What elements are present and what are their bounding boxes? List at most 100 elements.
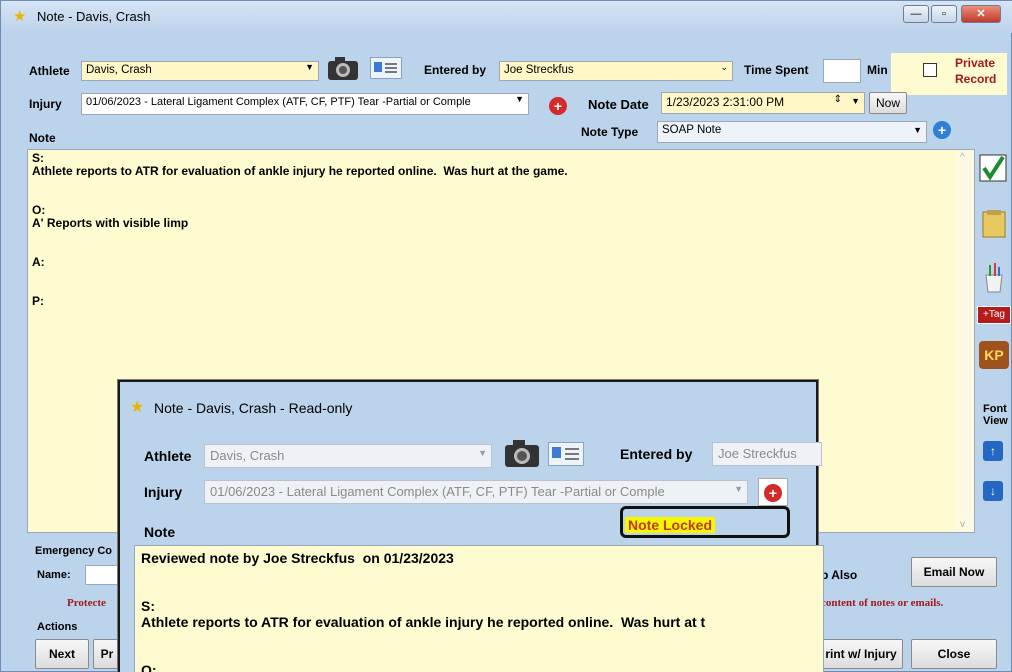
note-line [32,282,970,295]
chevron-down-icon: ▼ [478,448,487,458]
private-label: Private [955,56,996,70]
min-unit-label: Min [867,63,888,77]
note-line [32,178,970,191]
dialog-note-lines: Reviewed note by Joe Streckfus on 01/23/… [141,550,817,672]
now-button[interactable]: Now [869,92,907,114]
dialog-injury-select: 01/06/2023 - Lateral Ligament Complex (A… [204,480,748,504]
add-tag-button[interactable]: +Tag [977,306,1011,324]
minimize-button[interactable]: — [903,5,929,23]
protected-text-right: content of notes or emails. [821,597,944,609]
note-line: P: [32,294,44,308]
dialog-entered-by-field: Joe Streckfus [712,442,822,466]
note-line: S: [141,598,155,614]
cc-also-label: p Also [821,568,858,582]
dialog-injury-value: 01/06/2023 - Lateral Ligament Complex (A… [210,484,665,499]
note-date-value: 1/23/2023 2:31:00 PM [666,95,785,109]
pencil-cup-icon[interactable] [981,263,1009,293]
note-line [141,566,817,582]
star-icon: ★ [130,399,145,416]
note-line: A: [32,255,45,269]
dialog-athlete-select: Davis, Crash ▼ [204,444,492,468]
chevron-down-icon: ▼ [305,62,314,72]
close-window-button[interactable]: ✕ [961,5,1001,23]
note-lines: S: Athlete reports to ATR for evaluation … [32,152,970,308]
note-line: Reviewed note by Joe Streckfus on 01/23/… [141,550,454,566]
note-line [141,582,817,598]
plus-icon: + [764,484,782,502]
chevron-down-icon: ▼ [734,484,743,494]
note-line [141,630,817,646]
record-label: Record [955,72,997,86]
contact-card-icon [548,442,584,466]
dialog-athlete-label: Athlete [144,448,192,464]
chevron-down-icon[interactable]: ▼ [851,96,860,106]
athlete-label: Athlete [29,64,70,78]
emergency-contact-label: Emergency Co [35,545,113,557]
spinner-icon[interactable]: ⇕ [834,94,842,105]
camera-icon [504,438,540,468]
note-line: Athlete reports to ATR for evaluation of… [141,614,706,630]
close-button[interactable]: Close [911,639,997,669]
chevron-down-icon: ▼ [913,125,922,135]
add-injury-button[interactable]: + [549,97,567,115]
note-date-label: Note Date [588,97,649,112]
protected-text-left: Protecte [67,597,106,609]
note-line: A' Reports with visible limp [32,216,189,230]
dialog-note-label: Note [144,524,176,540]
dialog-athlete-value: Davis, Crash [210,448,285,463]
entered-by-select[interactable]: Joe Streckfus ⌄ [499,61,733,81]
note-line [141,646,817,662]
view-label: View [983,415,1008,427]
chevron-down-icon: ▼ [515,94,524,104]
private-record-checkbox[interactable] [923,63,937,77]
note-line: Athlete reports to ATR for evaluation of… [32,164,568,178]
print-with-injury-button[interactable]: rint w/ Injury [819,639,903,669]
dialog-note-textarea: Reviewed note by Joe Streckfus on 01/23/… [134,545,824,672]
dialog-injury-label: Injury [144,484,183,500]
kp-button[interactable]: KP [979,341,1009,369]
note-scrollbar[interactable]: ^ v [956,150,974,532]
injury-select[interactable]: 01/06/2023 - Lateral Ligament Complex (A… [81,93,529,115]
note-type-select[interactable]: SOAP Note ▼ [657,121,927,143]
chevron-down-icon: ⌄ [720,62,728,72]
font-decrease-button[interactable]: ↓ [983,481,1003,501]
dialog-entered-by-label: Entered by [620,446,693,462]
injury-value: 01/06/2023 - Lateral Ligament Complex (A… [86,96,471,108]
next-button[interactable]: Next [35,639,89,669]
camera-icon[interactable] [327,55,359,81]
read-only-note-dialog: ★ Note - Davis, Crash - Read-only Athlet… [118,380,824,672]
title-bar: ★ Note - Davis, Crash — ▫ ✕ [1,1,1012,33]
star-icon: ★ [13,8,27,25]
note-line [32,269,970,282]
athlete-value: Davis, Crash [86,64,152,76]
contact-card-icon[interactable] [370,57,402,79]
athlete-select[interactable]: Davis, Crash ▼ [81,61,319,81]
scroll-down-icon[interactable]: v [960,519,965,530]
note-line [32,191,970,204]
note-label: Note [29,131,56,145]
note-date-picker[interactable]: 1/23/2023 2:31:00 PM ⇕ ▼ [661,92,865,114]
dialog-add-injury-button: + [758,478,788,506]
dialog-title: Note - Davis, Crash - Read-only [154,400,353,416]
entered-by-label: Entered by [424,63,487,77]
entered-by-value: Joe Streckfus [504,64,574,76]
note-type-value: SOAP Note [662,124,722,136]
maximize-button[interactable]: ▫ [931,5,957,23]
font-increase-button[interactable]: ↑ [983,441,1003,461]
previous-button[interactable]: Pr [93,639,121,669]
scroll-up-icon[interactable]: ^ [960,152,965,163]
note-line [32,243,970,256]
time-spent-label: Time Spent [744,63,809,77]
note-type-label: Note Type [581,125,639,139]
note-line [32,230,970,243]
notes-icon[interactable] [981,209,1009,239]
note-line: O: [141,662,157,672]
email-now-button[interactable]: Email Now [911,557,997,587]
add-note-type-button[interactable]: + [933,121,951,139]
spellcheck-icon[interactable] [979,153,1007,183]
emergency-name-input[interactable] [85,565,121,585]
time-spent-input[interactable] [823,59,861,83]
name-label: Name: [37,569,71,581]
note-locked-highlight [620,506,790,538]
window-title: Note - Davis, Crash [37,9,151,24]
